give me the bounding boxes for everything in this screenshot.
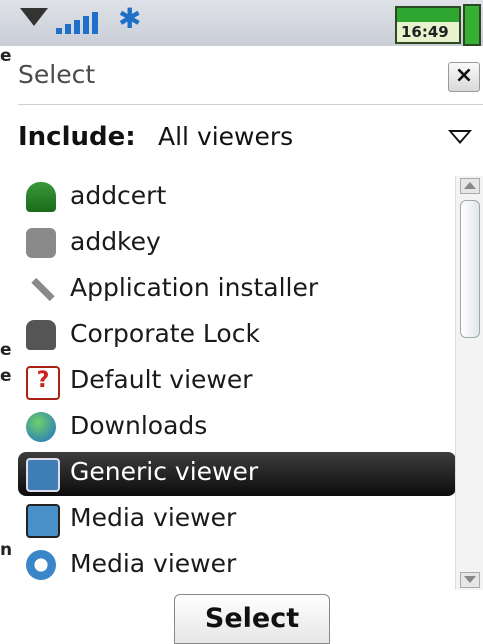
key-icon xyxy=(26,228,56,258)
include-dropdown[interactable]: Include: All viewers xyxy=(18,112,483,162)
battery-level-icon xyxy=(463,4,481,46)
list-item-media-viewer-2[interactable]: Media viewer xyxy=(18,544,456,588)
status-bar: ✱ 16:49 xyxy=(0,0,483,46)
scroll-down-icon[interactable] xyxy=(460,572,480,588)
question-icon: ? xyxy=(26,366,60,400)
signal-strength-icon xyxy=(56,8,116,34)
list-item-downloads[interactable]: Downloads xyxy=(18,406,456,450)
include-label: Include: xyxy=(18,122,136,152)
lock-icon xyxy=(26,320,56,350)
divider xyxy=(18,104,483,105)
close-button[interactable]: × xyxy=(448,62,480,92)
signal-indicator-icon xyxy=(20,8,48,26)
background-text-fragment: e xyxy=(0,366,12,386)
list-item-application-installer[interactable]: Application installer xyxy=(18,268,456,312)
eye-icon xyxy=(26,458,60,492)
list-item-addcert[interactable]: addcert xyxy=(18,176,456,220)
include-value: All viewers xyxy=(158,122,294,151)
list-item-label: Downloads xyxy=(70,411,208,440)
background-text-fragment: e xyxy=(0,340,12,360)
globe-icon xyxy=(26,412,56,442)
dialog-title: Select xyxy=(18,60,96,89)
list-item-label: Application installer xyxy=(70,273,319,302)
film-icon xyxy=(26,504,60,538)
scrollbar[interactable] xyxy=(455,176,483,590)
background-text-fragment: n xyxy=(0,540,13,560)
bluetooth-icon: ✱ xyxy=(118,2,142,35)
list-item-label: Generic viewer xyxy=(70,457,259,486)
list-item-label: addcert xyxy=(70,181,167,210)
certificate-icon xyxy=(26,182,56,212)
scrollbar-thumb[interactable] xyxy=(460,200,480,338)
list-item-media-viewer[interactable]: Media viewer xyxy=(18,498,456,542)
viewer-list: addcert addkey Application installer Cor… xyxy=(18,172,458,592)
list-item-corporate-lock[interactable]: Corporate Lock xyxy=(18,314,456,358)
list-item-label: Media viewer xyxy=(70,549,237,578)
chevron-down-icon[interactable] xyxy=(448,130,472,144)
media-icon xyxy=(26,550,56,580)
dialog-header: Select × xyxy=(18,48,483,106)
select-button[interactable]: Select xyxy=(174,594,330,644)
background-text-fragment: e xyxy=(0,46,12,66)
list-item-label: Corporate Lock xyxy=(70,319,260,348)
list-item-label: Media viewer xyxy=(70,503,237,532)
scroll-up-icon[interactable] xyxy=(460,178,480,194)
status-time: 16:49 xyxy=(401,23,449,41)
list-item-label: addkey xyxy=(70,227,161,256)
list-item-addkey[interactable]: addkey xyxy=(18,222,456,266)
wrench-icon xyxy=(26,274,56,304)
battery-icon: 16:49 xyxy=(395,6,461,44)
list-item-generic-viewer[interactable]: Generic viewer xyxy=(18,452,456,496)
list-item-label: Default viewer xyxy=(70,365,253,394)
list-item-default-viewer[interactable]: ? Default viewer xyxy=(18,360,456,404)
